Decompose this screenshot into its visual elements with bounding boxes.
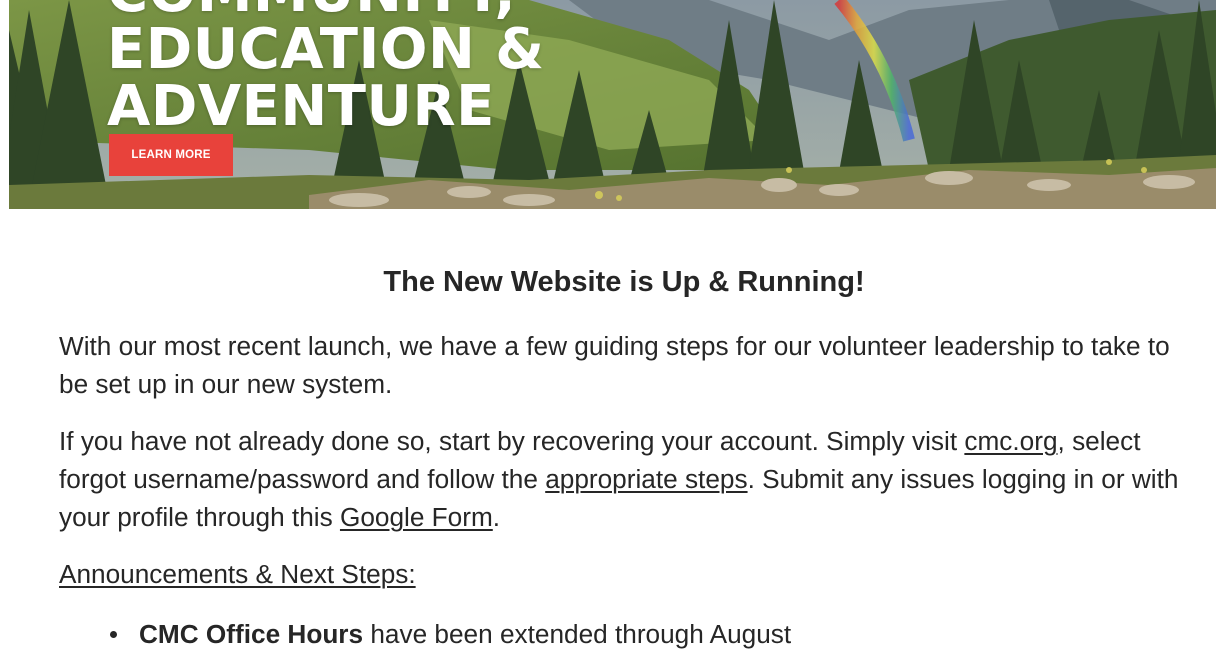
article-title: The New Website is Up & Running!: [383, 266, 865, 298]
hero-banner: COMMUNITY, EDUCATION & ADVENTURE LEARN M…: [9, 0, 1216, 209]
intro-paragraph: With our most recent launch, we have a f…: [59, 331, 1170, 399]
cmc-site-link[interactable]: cmc.org: [964, 426, 1057, 456]
list-item-text: have been extended through August: [363, 619, 792, 649]
appropriate-steps-link[interactable]: appropriate steps: [545, 464, 747, 494]
recovery-text-1: If you have not already done so, start b…: [59, 426, 965, 456]
hero-headline: COMMUNITY, EDUCATION & ADVENTURE: [107, 0, 545, 135]
hero-headline-line-3: ADVENTURE: [107, 74, 495, 139]
list-item: CMC Office Hours have been extended thro…: [110, 615, 1189, 653]
google-form-link[interactable]: Google Form: [340, 502, 493, 532]
announcements-heading: Announcements & Next Steps:: [59, 555, 1189, 593]
bullet-dot-icon: [110, 631, 117, 638]
announcements-list: CMC Office Hours have been extended thro…: [59, 615, 1189, 653]
email-page: COMMUNITY, EDUCATION & ADVENTURE LEARN M…: [0, 0, 1216, 666]
recovery-paragraph: If you have not already done so, start b…: [59, 422, 1189, 536]
announcements-heading-text: Announcements & Next Steps:: [59, 559, 416, 589]
article-body: The New Website is Up & Running! With ou…: [59, 262, 1189, 653]
list-item-bold: CMC Office Hours: [139, 619, 364, 649]
hero-headline-line-2: EDUCATION &: [107, 17, 545, 82]
learn-more-button[interactable]: LEARN MORE: [109, 134, 233, 176]
recovery-text-4: .: [492, 502, 501, 532]
